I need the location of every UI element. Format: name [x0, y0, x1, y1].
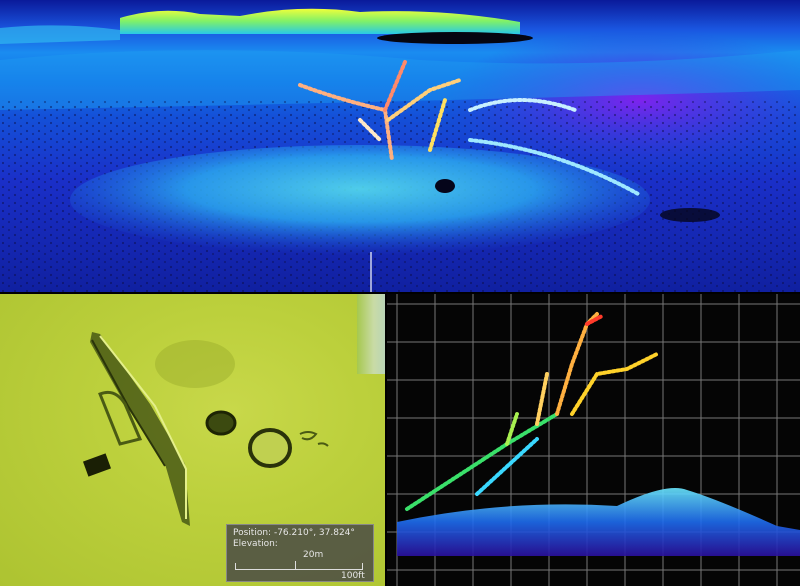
position-label: Position: — [233, 528, 272, 538]
scale-imperial-label: 100ft — [341, 571, 365, 581]
shoreline-land — [120, 8, 520, 34]
profile-canvas — [387, 294, 800, 586]
profile-view[interactable] — [387, 294, 800, 586]
shadow-band — [377, 32, 533, 44]
elevation-label: Elevation: — [233, 539, 278, 549]
point-cloud-3d-view[interactable] — [0, 0, 800, 292]
crater-1 — [205, 410, 237, 436]
position-info-box: Position: -76.210°, 37.824° Elevation: 2… — [226, 524, 374, 582]
position-value: -76.210°, 37.824° — [273, 528, 355, 538]
scale-metric-label: 20m — [303, 550, 324, 560]
seabed-profile — [397, 488, 800, 556]
scale-bar — [235, 563, 363, 570]
crater-2 — [248, 428, 292, 468]
point-cloud-3d-canvas — [0, 8, 800, 292]
scale-bar-tick — [295, 561, 296, 569]
debris-block — [82, 453, 112, 477]
mast-profile — [405, 312, 659, 511]
